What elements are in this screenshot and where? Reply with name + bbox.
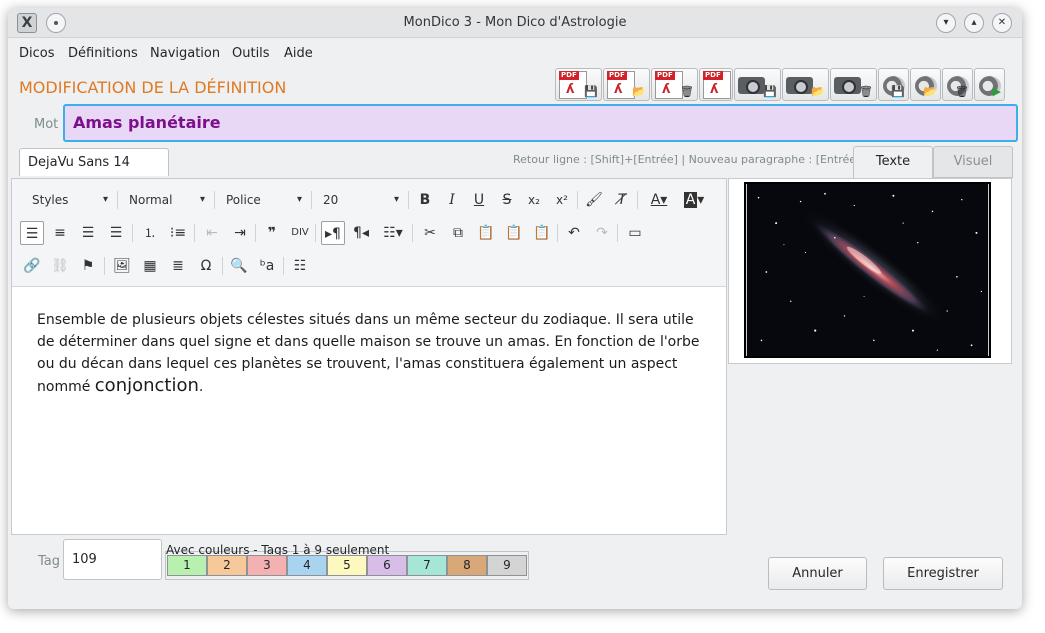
image-icon[interactable]: 🖼 [110, 254, 134, 278]
hint-text: Retour ligne : [Shift]+[Entrée] | Nouvea… [513, 153, 861, 166]
replace-icon[interactable]: ᵇa [255, 254, 279, 278]
pdf-delete-icon[interactable]: PDFʎ🗑 [651, 68, 698, 101]
editor-content[interactable]: Ensemble de plusieurs objets célestes si… [37, 309, 707, 398]
save-button[interactable]: Enregistrer [883, 557, 1003, 590]
size-dropdown[interactable]: 20 [317, 190, 403, 210]
mot-label: Mot [34, 117, 59, 132]
title-bar: X MonDico 3 - Mon Dico d'Astrologie ▾ ▴ … [8, 8, 1022, 38]
pdf-view-icon[interactable]: PDFʎ [699, 68, 733, 101]
menu-aide[interactable]: Aide [284, 46, 313, 61]
indent-icon[interactable]: ⇥ [228, 221, 252, 245]
numbered-list-icon[interactable]: ⒈ [138, 221, 162, 245]
underline-icon[interactable]: U [467, 188, 491, 212]
rtl-direction-icon[interactable]: ¶◂ [349, 221, 373, 245]
strikethrough-icon[interactable]: S [495, 188, 519, 212]
format-painter-icon[interactable]: 🖌 [582, 188, 606, 212]
color-tag-button-3[interactable]: 3 [247, 555, 287, 576]
menu-dicos[interactable]: Dicos [19, 46, 55, 61]
tag-input[interactable]: 109 [63, 539, 162, 580]
photo-save-icon[interactable]: 💾 [734, 68, 781, 101]
menu-definitions[interactable]: Définitions [68, 46, 138, 61]
paste-icon[interactable]: 📋 [474, 221, 498, 245]
cancel-button[interactable]: Annuler [768, 557, 867, 590]
unlink-icon[interactable]: ⛓ [48, 254, 72, 278]
section-title: MODIFICATION DE LA DÉFINITION [19, 78, 287, 97]
form-field-icon[interactable]: ▭ [623, 221, 647, 245]
sound-delete-icon[interactable]: 🗑 [942, 68, 973, 101]
copy-icon[interactable]: ⧉ [446, 221, 470, 245]
font-dropdown[interactable]: Police [220, 190, 306, 210]
color-tag-button-9[interactable]: 9 [487, 555, 527, 576]
app-window: X MonDico 3 - Mon Dico d'Astrologie ▾ ▴ … [8, 8, 1022, 609]
editor-toolbar: Styles Normal Police 20 B I U S x₂ x² 🖌 … [12, 179, 726, 287]
format-dropdown[interactable]: Normal [123, 190, 209, 210]
pdf-open-icon[interactable]: PDFʎ📂 [603, 68, 650, 101]
paste-word-icon[interactable]: 📋 [530, 221, 554, 245]
find-icon[interactable]: 🔍 [227, 254, 251, 278]
cut-icon[interactable]: ✂ [418, 221, 442, 245]
source-icon[interactable]: ☷ [288, 254, 312, 278]
definition-keyword: conjonction [94, 375, 199, 396]
italic-icon[interactable]: I [440, 188, 464, 212]
close-icon[interactable]: ✕ [992, 13, 1012, 33]
photo-delete-icon[interactable]: 🗑 [830, 68, 877, 101]
sound-open-icon[interactable]: 📂 [910, 68, 941, 101]
styles-dropdown[interactable]: Styles [26, 190, 112, 210]
mot-input[interactable]: Amas planétaire [63, 104, 1018, 142]
color-tag-button-6[interactable]: 6 [367, 555, 407, 576]
photo-open-icon[interactable]: 📂 [782, 68, 829, 101]
table-icon[interactable]: ▦ [138, 254, 162, 278]
ltr-direction-icon[interactable]: ▸¶ [321, 221, 345, 245]
nebula-image [744, 182, 991, 358]
div-container-icon[interactable]: DIV [288, 221, 312, 245]
text-color-icon[interactable]: A▾ [644, 188, 674, 212]
tab-texte[interactable]: Texte [853, 146, 933, 178]
align-left-icon[interactable]: ☰ [20, 221, 44, 245]
color-tag-button-5[interactable]: 5 [327, 555, 367, 576]
maximize-icon[interactable]: ▴ [964, 13, 984, 33]
bold-icon[interactable]: B [413, 188, 437, 212]
bullet-list-icon[interactable]: ⁝≡ [166, 221, 190, 245]
undo-icon[interactable]: ↶ [562, 221, 586, 245]
redo-icon[interactable]: ↷ [590, 221, 614, 245]
menu-outils[interactable]: Outils [232, 46, 270, 61]
sound-save-icon[interactable]: 💾 [878, 68, 909, 101]
paste-text-icon[interactable]: 📋 [502, 221, 526, 245]
color-tag-button-1[interactable]: 1 [167, 555, 207, 576]
color-tag-button-8[interactable]: 8 [447, 555, 487, 576]
tag-label: Tag [38, 554, 61, 569]
rich-text-editor[interactable]: Styles Normal Police 20 B I U S x₂ x² 🖌 … [11, 178, 727, 535]
clear-format-icon[interactable]: T̸ [610, 188, 634, 212]
subscript-icon[interactable]: x₂ [522, 188, 546, 212]
sound-play-icon[interactable]: ▶ [974, 68, 1005, 101]
file-toolbar: PDFʎ💾 PDFʎ📂 PDFʎ🗑 PDFʎ 💾 📂 🗑 💾 📂 🗑 ▶ [555, 68, 1005, 102]
align-center-icon[interactable]: ≡ [48, 221, 72, 245]
outdent-icon[interactable]: ⇤ [200, 221, 224, 245]
color-tag-button-2[interactable]: 2 [207, 555, 247, 576]
minimize-icon[interactable]: ▾ [936, 13, 956, 33]
font-field[interactable]: DejaVu Sans 14 [19, 148, 169, 176]
superscript-icon[interactable]: x² [550, 188, 574, 212]
pdf-save-icon[interactable]: PDFʎ💾 [555, 68, 602, 101]
image-panel[interactable] [728, 178, 1012, 364]
menu-navigation[interactable]: Navigation [150, 46, 220, 61]
color-tag-button-7[interactable]: 7 [407, 555, 447, 576]
language-icon[interactable]: ☷▾ [377, 221, 409, 245]
menu-bar: Dicos Définitions Navigation Outils Aide [8, 39, 1022, 67]
special-char-icon[interactable]: Ω [194, 254, 218, 278]
tab-visuel[interactable]: Visuel [933, 146, 1013, 178]
blockquote-icon[interactable]: ❞ [260, 221, 284, 245]
align-right-icon[interactable]: ☰ [76, 221, 100, 245]
anchor-flag-icon[interactable]: ⚑ [76, 254, 100, 278]
horizontal-rule-icon[interactable]: ≣ [166, 254, 190, 278]
highlight-color-icon[interactable]: A ▾ [679, 188, 709, 212]
definition-end: . [198, 379, 204, 395]
align-justify-icon[interactable]: ☰ [104, 221, 128, 245]
color-tag-button-4[interactable]: 4 [287, 555, 327, 576]
link-icon[interactable]: 🔗 [20, 254, 44, 278]
window-title: MonDico 3 - Mon Dico d'Astrologie [403, 15, 627, 30]
